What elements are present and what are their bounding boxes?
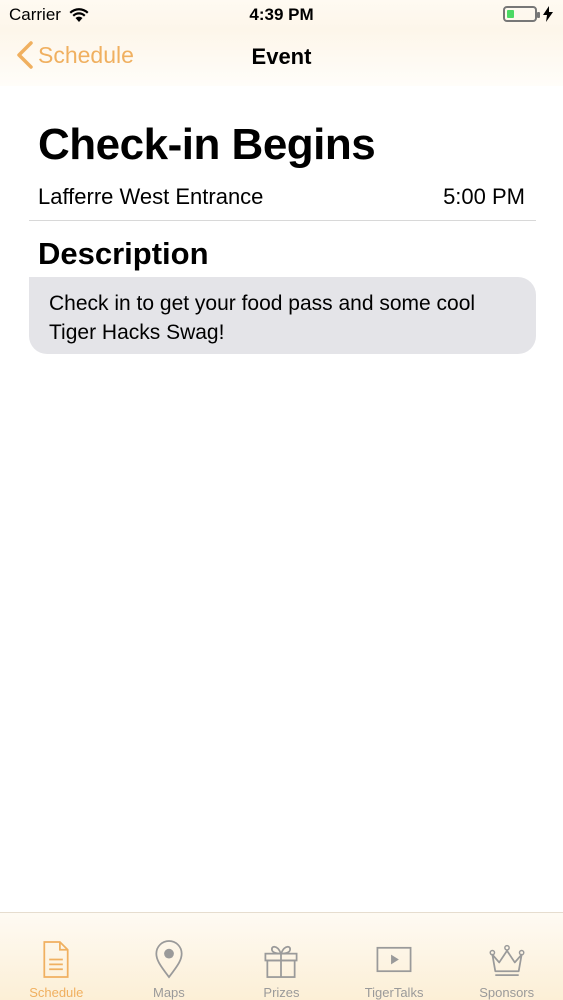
crown-icon	[489, 944, 525, 976]
nav-title: Event	[251, 44, 312, 69]
event-title: Check-in Begins	[38, 120, 376, 169]
tab-sponsors[interactable]: Sponsors	[450, 913, 563, 1000]
tab-schedule[interactable]: Schedule	[0, 913, 113, 1000]
tab-label: Maps	[152, 985, 185, 1000]
tab-tigertalks[interactable]: TigerTalks	[338, 913, 451, 1000]
description-text: Check in to get your food pass and some …	[29, 277, 536, 354]
tab-bar: Schedule Maps Prizes TigerTalks Sponsors	[0, 912, 563, 1000]
tab-label: Sponsors	[479, 985, 535, 1000]
charging-bolt-icon	[543, 6, 553, 22]
event-location: Lafferre West Entrance	[38, 184, 264, 209]
tab-prizes[interactable]: Prizes	[225, 913, 338, 1000]
gift-icon	[265, 945, 298, 978]
document-icon	[43, 941, 69, 978]
nav-bar: Schedule Event	[0, 30, 563, 86]
status-right	[503, 6, 553, 22]
description-heading: Description	[38, 236, 209, 271]
divider	[29, 220, 536, 221]
tab-label: TigerTalks	[364, 985, 424, 1000]
tab-label: Prizes	[263, 985, 300, 1000]
status-bar: Carrier 4:39 PM	[0, 0, 563, 30]
tab-label: Schedule	[29, 985, 84, 1000]
event-time: 5:00 PM	[443, 184, 525, 209]
battery-icon	[503, 6, 540, 22]
tab-maps[interactable]: Maps	[113, 913, 226, 1000]
status-time: 4:39 PM	[249, 5, 314, 24]
battery-fill	[507, 10, 514, 18]
map-pin-icon	[155, 940, 183, 979]
play-icon	[376, 946, 412, 973]
